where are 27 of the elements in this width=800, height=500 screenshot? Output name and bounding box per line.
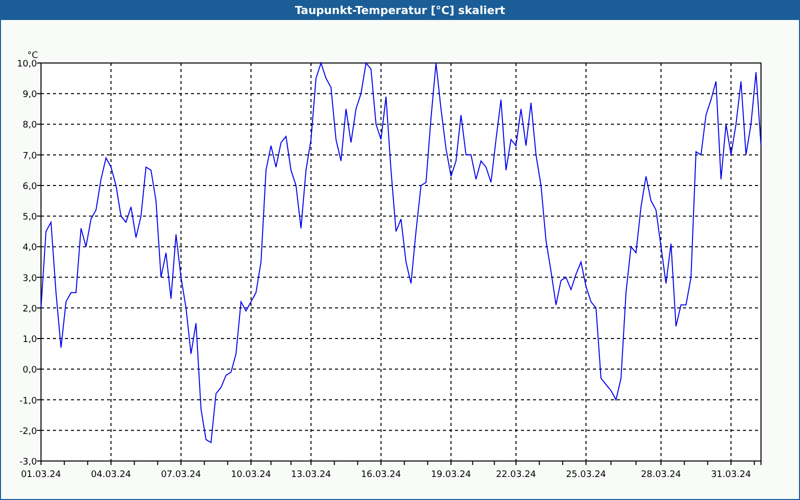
y-axis-unit: °C [27,51,38,61]
x-tick-label: 19.03.24 [430,470,472,480]
y-tick-label: 9,0 [22,90,37,100]
y-tick-label: 8,0 [22,120,37,131]
y-tick-label: 5,0 [22,212,37,223]
x-tick-label: 04.03.24 [90,470,132,480]
y-tick-label: 7,0 [22,151,37,162]
x-tick-label: 31.03.24 [710,470,752,480]
y-tick-label: -1,0 [19,396,37,406]
y-tick-label: 6,0 [22,182,37,192]
y-tick-label: 0,0 [22,366,37,376]
y-tick-label: -3,0 [19,458,37,468]
y-tick-label: 4,0 [22,243,37,254]
x-tick-label: 28.03.24 [640,470,682,480]
x-tick-label: 10.03.24 [230,470,272,480]
y-tick-label: 10,0 [16,60,37,70]
y-tick-label: -2,0 [19,426,37,437]
y-tick-label: 1,0 [22,335,37,346]
y-tick-label: 3,0 [22,274,37,284]
x-tick-label: 16.03.24 [360,470,402,480]
x-tick-label: 22.03.24 [496,470,536,480]
y-tick-label: 2,0 [22,304,37,314]
x-tick-label: 25.03.24 [566,470,606,480]
x-tick-label: 13.03.24 [290,470,332,480]
x-tick-label: 07.03.24 [160,470,202,480]
x-tick-label: 01.03.24 [20,470,62,480]
window-title: Taupunkt-Temperatur [°C] skaliert [1,1,799,20]
